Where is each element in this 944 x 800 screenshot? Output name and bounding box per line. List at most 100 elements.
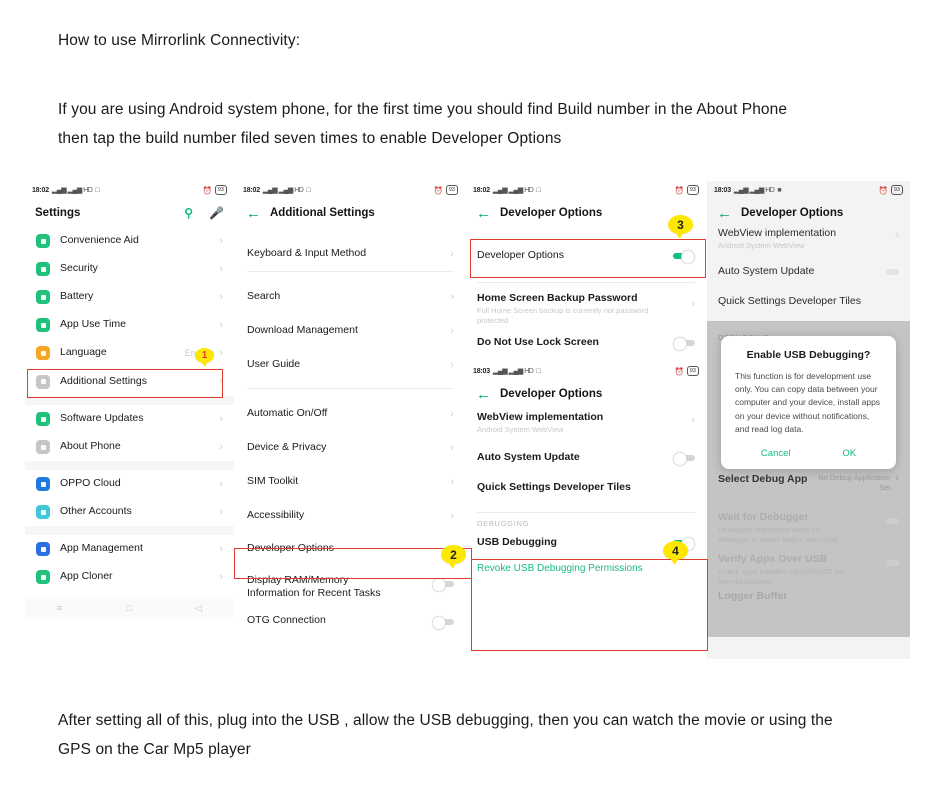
row-label: Accessibility [247,509,305,522]
sidebar-item-other-accounts[interactable]: Other Accounts › [25,498,234,526]
sidebar-item-battery[interactable]: Battery › [25,283,234,311]
alarm-icon: ⏰ [674,366,684,376]
row-wait-for-debugger[interactable]: Wait for Debugger Debugged application w… [707,505,910,547]
row-label: Keyboard & Input Method [247,247,367,260]
row-label: App Cloner [60,570,113,583]
developer-options-toggle[interactable] [673,250,695,264]
sidebar-item-app-management[interactable]: App Management › [25,535,234,563]
sidebar-item-app-cloner[interactable]: App Cloner › [25,563,234,591]
page-title: Developer Options [500,388,603,400]
home-icon[interactable]: □ [805,609,810,619]
additional-settings-group-2: Search › Download Management › User Guid… [236,272,465,382]
row-label: Select Debug App [718,473,808,485]
back-icon[interactable]: ◁ [195,603,202,614]
chevron-right-icon: › [450,247,454,260]
sidebar-item-app-use-time[interactable]: App Use Time › [25,311,234,339]
row-home-screen-backup-password[interactable]: Home Screen Backup Password Full Home Sc… [466,292,706,330]
row-device-privacy[interactable]: Device & Privacy › [236,431,465,465]
row-developer-options-master[interactable]: Developer Options [466,241,706,271]
row-label: Security [60,262,98,275]
row-sim-toolkit[interactable]: SIM Toolkit › [236,465,465,499]
chevron-right-icon: › [450,358,454,371]
row-sublabel: Check apps installed via ADB/ADT for har… [718,567,844,586]
row-accessibility[interactable]: Accessibility › [236,499,465,533]
row-user-guide[interactable]: User Guide › [236,348,465,382]
status-time: 18:02 [243,186,260,194]
chevron-right-icon: › [450,509,454,522]
home-icon[interactable]: □ [126,603,131,613]
chevron-right-icon: › [219,318,223,331]
sidebar-item-security[interactable]: Security › [25,255,234,283]
callout-badge-4: 4 [663,541,688,565]
row-search[interactable]: Search › [236,280,465,314]
row-label: Auto System Update [718,265,815,278]
row-auto-system-update[interactable]: Auto System Update [466,443,706,473]
back-arrow-icon[interactable]: ← [246,206,261,221]
row-verify-apps-over-usb[interactable]: Verify Apps Over USB Check apps installe… [707,547,910,589]
developer-options-group-2: WebView implementation Android System We… [466,408,706,503]
sidebar-item-convenience-aid[interactable]: Convenience Aid › [25,227,234,255]
auto-system-update-toggle[interactable] [877,266,899,278]
row-label: Convenience Aid [60,234,139,247]
phone-screenshot-settings: 18:02 ▂▄▆ ▂▄▆ HD □ ⏰ 93 Settings ⚲ 🎤 Con… [25,181,234,659]
sidebar-item-software-updates[interactable]: Software Updates › [25,405,234,433]
sim-icon: □ [536,367,541,375]
sidebar-item-oppo-cloud[interactable]: OPPO Cloud › [25,470,234,498]
row-label: OPPO Cloud [60,477,121,490]
row-logger-buffer[interactable]: Logger Buffer [707,589,910,605]
chevron-right-icon: › [691,414,695,426]
display-ram-toggle[interactable] [432,578,454,592]
row-keyboard-input-method[interactable]: Keyboard & Input Method › [236,237,465,271]
ok-button[interactable]: OK [842,448,856,459]
back-arrow-icon[interactable]: ← [476,206,491,221]
row-automatic-on-off[interactable]: Automatic On/Off › [236,397,465,431]
chevron-right-icon: › [219,346,223,359]
intro-line-3: then tap the build number filed seven ti… [58,130,562,148]
sidebar-item-about-phone[interactable]: About Phone › [25,433,234,461]
row-quick-settings-developer-tiles[interactable]: Quick Settings Developer Tiles [466,473,706,503]
auto-system-update-toggle[interactable] [673,452,695,466]
phone-screenshot-additional-settings: 18:02 ▂▄▆ ▂▄▆ HD □ ⏰ 93 ← Additional Set… [236,181,465,659]
callout-badge-3: 3 [668,215,693,239]
security-icon [36,262,50,276]
do-not-use-lock-screen-toggle[interactable] [673,337,695,351]
row-label: User Guide [247,358,301,371]
row-label: Display RAM/Memory Information for Recen… [247,574,381,600]
row-label: Battery [60,290,94,303]
row-download-management[interactable]: Download Management › [236,314,465,348]
row-webview-implementation[interactable]: WebView implementation Android System We… [466,411,706,443]
back-arrow-icon[interactable]: ← [476,387,491,402]
status-bar: 18:02 ▂▄▆ ▂▄▆ HD □ ⏰ 93 [236,181,465,199]
developer-options-group: Home Screen Backup Password Full Home Sc… [466,283,706,356]
otg-connection-toggle[interactable] [432,616,454,630]
back-icon[interactable]: ◁ [872,609,879,620]
microphone-icon[interactable]: 🎤 [209,207,224,219]
outro-line-2: GPS on the Car Mp5 player [58,741,251,759]
alarm-icon: ⏰ [878,185,888,195]
row-developer-options[interactable]: Developer Options › [236,533,465,565]
chevron-right-icon: › [219,440,223,453]
about-phone-icon [36,440,50,454]
back-arrow-icon[interactable]: ← [717,206,732,221]
row-display-ram-memory[interactable]: Display RAM/Memory Information for Recen… [236,569,465,610]
row-select-debug-app[interactable]: Select Debug App No Debug Application Se… [707,473,910,505]
row-quick-settings-developer-tiles[interactable]: Quick Settings Developer Tiles [707,287,910,317]
row-label: USB Debugging [477,536,557,549]
row-sublabel: Android System WebView [718,241,805,251]
wait-for-debugger-toggle[interactable] [877,515,899,527]
row-webview-implementation[interactable]: WebView implementation Android System We… [707,227,910,257]
sidebar-item-additional-settings[interactable]: Additional Settings › [25,367,234,396]
cancel-button[interactable]: Cancel [761,448,791,459]
row-label: About Phone [60,440,121,453]
recents-icon[interactable]: ≡ [57,603,62,613]
callout-badge-1: 1 [195,348,214,367]
row-otg-connection[interactable]: OTG Connection [236,610,465,644]
row-do-not-use-lock-screen[interactable]: Do Not Use Lock Screen [466,330,706,356]
recents-icon[interactable]: ≡ [738,609,743,619]
row-label: Language [60,346,107,359]
chevron-right-icon: › [450,441,454,454]
search-icon[interactable]: ⚲ [184,207,193,219]
status-time: 18:03 [714,186,731,194]
verify-apps-over-usb-toggle[interactable] [877,557,899,569]
row-auto-system-update[interactable]: Auto System Update [707,257,910,287]
